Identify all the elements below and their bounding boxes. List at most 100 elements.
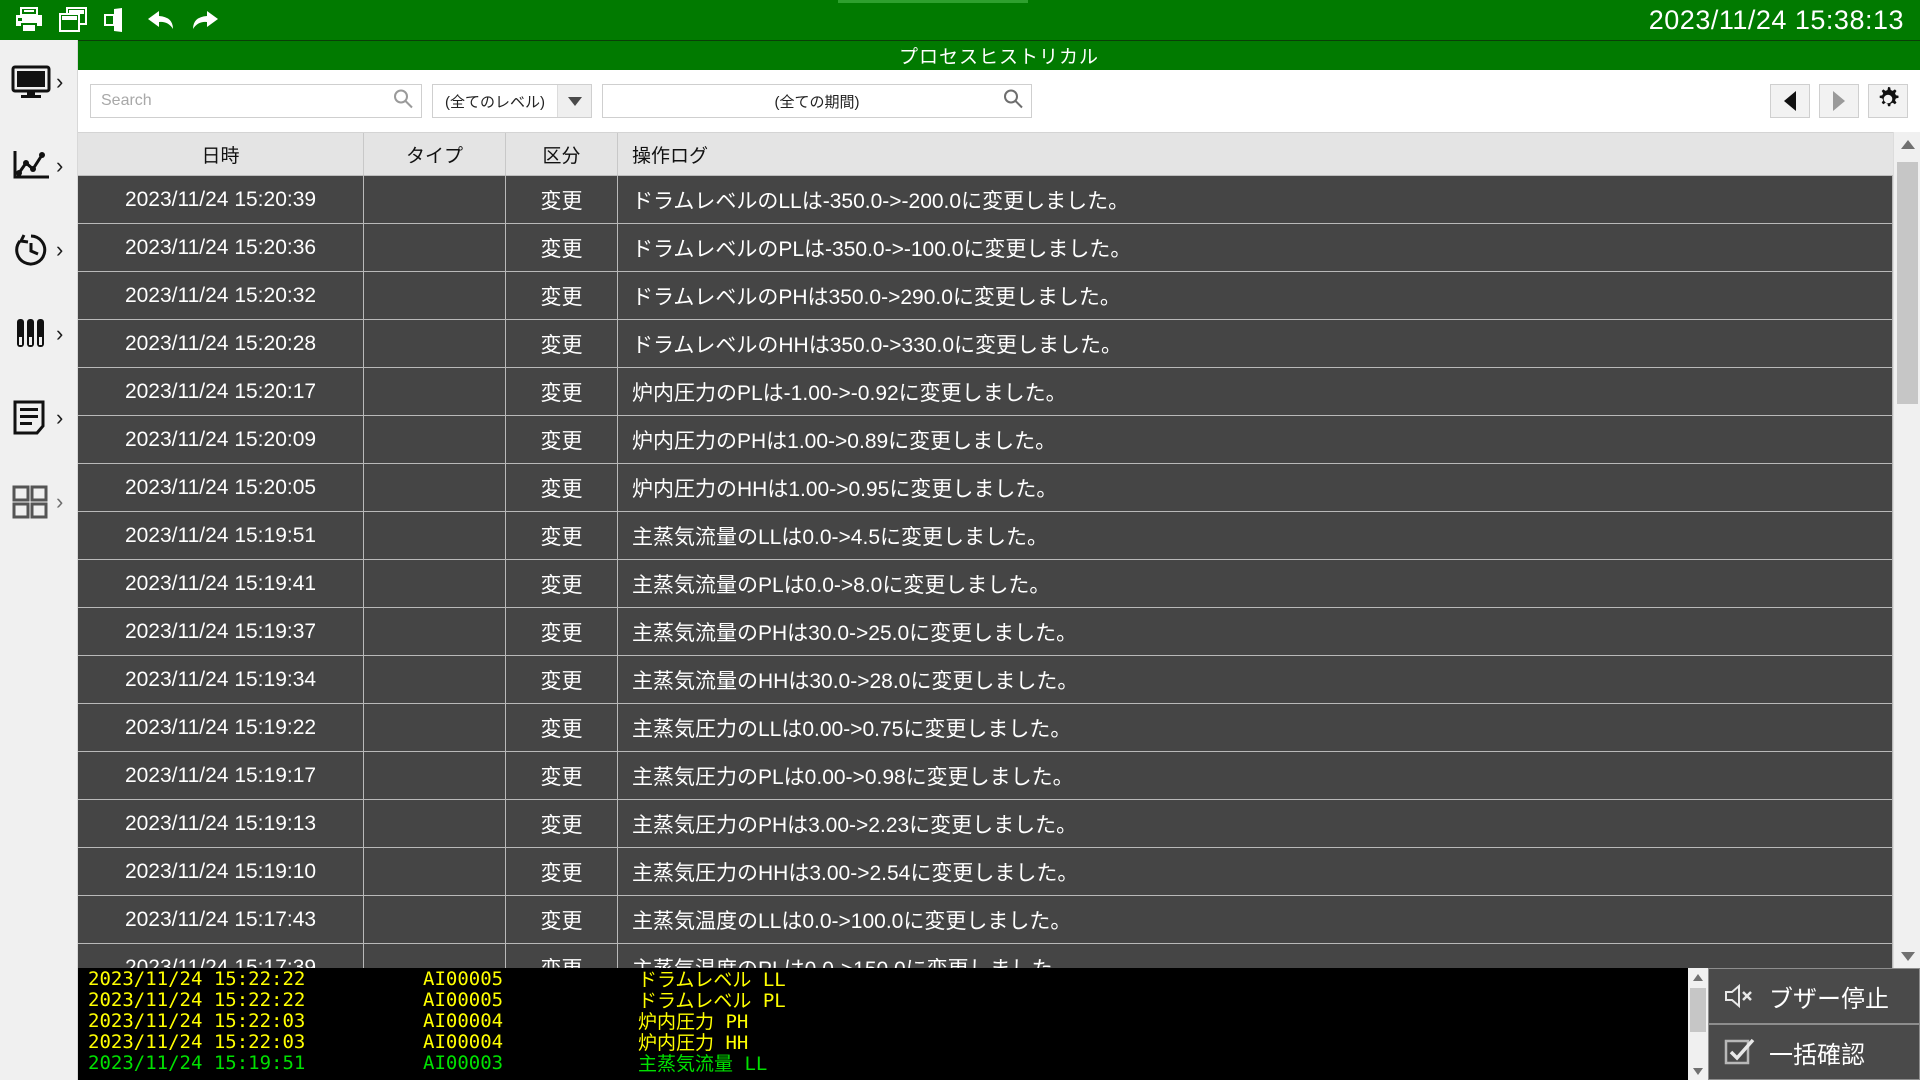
prev-page-button[interactable] (1770, 84, 1810, 118)
sidebar-item-bargraph[interactable]: › (0, 292, 77, 376)
table-row[interactable]: 2023/11/24 15:20:17 変更 炉内圧力のPLは-1.00->-0.9… (78, 368, 1893, 416)
log-cell-category: 変更 (506, 800, 618, 847)
table-row[interactable]: 2023/11/24 15:20:28 変更 ドラムレベルのHHは350.0->33… (78, 320, 1893, 368)
alarm-tag: AI00004 (423, 1009, 504, 1032)
log-cell-message: ドラムレベルのPLは-350.0->-100.0に変更しました。 (618, 224, 1893, 271)
sidebar-item-report[interactable]: › (0, 376, 77, 460)
alarm-time: 2023/11/24 15:22:22 (88, 968, 306, 990)
sidebar-item-tiles[interactable]: › (0, 460, 77, 544)
table-row[interactable]: 2023/11/24 15:20:05 変更 炉内圧力のHHは1.00->0.95に… (78, 464, 1893, 512)
back-arrow-icon[interactable] (146, 6, 176, 34)
log-cell-message: 主蒸気温度のPLは0.0->150.0に変更しました。 (618, 944, 1893, 968)
sidebar-item-monitor[interactable]: › (0, 40, 77, 124)
table-row[interactable]: 2023/11/24 15:19:51 変更 主蒸気流量のLLは0.0->4.5に変… (78, 512, 1893, 560)
settings-button[interactable] (1868, 84, 1908, 118)
log-cell-message: ドラムレベルのLLは-350.0->-200.0に変更しました。 (618, 176, 1893, 223)
alarm-time: 2023/11/24 15:22:22 (88, 988, 306, 1011)
period-filter-value: (全ての期間) (774, 93, 860, 111)
log-cell-message: ドラムレベルのPHは350.0->290.0に変更しました。 (618, 272, 1893, 319)
sidebar-item-trend[interactable]: › (0, 124, 77, 208)
log-cell-datetime: 2023/11/24 15:20:32 (78, 272, 364, 319)
triangle-down-icon (1693, 1067, 1703, 1075)
triangle-up-icon (1900, 139, 1915, 149)
table-row[interactable]: 2023/11/24 15:17:39 変更主蒸気温度のPLは0.0->150.0… (78, 944, 1893, 968)
log-cell-category: 変更 (506, 848, 618, 895)
alarm-tag: AI00005 (423, 968, 504, 990)
log-cell-datetime: 2023/11/24 15:19:37 (78, 608, 364, 655)
buzzer-stop-label: ブザー停止 (1769, 985, 1889, 1013)
trend-chart-icon (10, 145, 52, 187)
scroll-up-button[interactable] (1894, 132, 1920, 156)
table-row[interactable]: 2023/11/24 15:20:39 変更 ドラムレベルのLLは-350.0->-… (78, 176, 1893, 224)
table-row[interactable]: 2023/11/24 15:20:36 変更 ドラムレベルのPLは-350.0->-… (78, 224, 1893, 272)
table-row[interactable]: 2023/11/24 15:19:17 変更 主蒸気圧力のPLは0.00->0.98… (78, 752, 1893, 800)
next-page-button[interactable] (1819, 84, 1859, 118)
table-header-row: 日時 タイプ 区分 操作ログ (78, 132, 1920, 176)
search-field[interactable] (90, 84, 422, 118)
alarm-scrollbar[interactable] (1688, 968, 1708, 1080)
log-cell-message: 主蒸気流量のPHは30.0->25.0に変更しました。 (618, 608, 1893, 655)
left-sidebar: › › › › › › (0, 40, 78, 1080)
alarm-scroll-down-button[interactable] (1688, 1062, 1708, 1080)
bar-gauge-icon (10, 313, 52, 355)
chevron-right-icon: › (56, 237, 64, 262)
chevron-right-icon: › (56, 69, 64, 94)
log-cell-category: 変更 (506, 320, 618, 367)
table-row[interactable]: 2023/11/24 15:17:43 変更 主蒸気温度のLLは0.0->100.0… (78, 896, 1893, 944)
table-row[interactable]: 2023/11/24 15:19:22 変更 主蒸気圧力のLLは0.00->0.75… (78, 704, 1893, 752)
table-scrollbar[interactable] (1893, 132, 1920, 968)
toolbar-icon-group (0, 6, 220, 34)
log-cell-datetime: 2023/11/24 15:19:10 (78, 848, 364, 895)
scroll-down-button[interactable] (1894, 944, 1920, 968)
alarm-action-buttons: ブザー停止 一括確認 (1708, 968, 1920, 1080)
alarm-row[interactable]: 2023/11/24 15:19:51 AI00003 主蒸気流量 LL (78, 1051, 1778, 1076)
alarm-scroll-up-button[interactable] (1688, 968, 1708, 986)
buzzer-stop-button[interactable]: ブザー停止 (1708, 968, 1920, 1024)
scrollbar-thumb[interactable] (1897, 162, 1918, 404)
log-cell-type (364, 464, 506, 511)
page-title-bar: プロセスヒストリカル (78, 40, 1920, 70)
triangle-up-icon (1693, 973, 1703, 981)
column-header-datetime[interactable]: 日時 (78, 133, 364, 175)
table-row[interactable]: 2023/11/24 15:19:37 変更 主蒸気流量のPHは30.0->25.0… (78, 608, 1893, 656)
alarm-time: 2023/11/24 15:22:03 (88, 1009, 306, 1032)
period-filter-field[interactable]: (全ての期間) (602, 84, 1032, 118)
system-clock: 2023/11/24 15:38:13 (1648, 4, 1904, 35)
log-cell-type (364, 944, 506, 968)
log-cell-category: 変更 (506, 464, 618, 511)
log-cell-datetime: 2023/11/24 15:20:28 (78, 320, 364, 367)
alarm-tag: AI00005 (423, 988, 504, 1011)
forward-arrow-icon[interactable] (190, 6, 220, 34)
column-header-category[interactable]: 区分 (506, 133, 618, 175)
table-row[interactable]: 2023/11/24 15:20:09 変更 炉内圧力のPHは1.00->0.89に… (78, 416, 1893, 464)
alarm-tag: AI00003 (423, 1051, 504, 1074)
column-header-log[interactable]: 操作ログ (618, 133, 1920, 175)
log-cell-message: 炉内圧力のPLは-1.00->-0.92に変更しました。 (618, 368, 1893, 415)
log-cell-category: 変更 (506, 704, 618, 751)
log-cell-datetime: 2023/11/24 15:20:39 (78, 176, 364, 223)
log-cell-datetime: 2023/11/24 15:19:17 (78, 752, 364, 799)
table-row[interactable]: 2023/11/24 15:19:10 変更 主蒸気圧力のHHは3.00->2.54… (78, 848, 1893, 896)
sidebar-item-historical[interactable]: › (0, 208, 77, 292)
period-search-icon (1003, 89, 1023, 114)
level-filter-select[interactable]: (全てのレベル) (432, 84, 592, 118)
search-input[interactable] (91, 85, 421, 117)
log-cell-category: 変更 (506, 368, 618, 415)
chevron-right-icon: › (56, 153, 64, 178)
log-cell-datetime: 2023/11/24 15:19:13 (78, 800, 364, 847)
log-cell-message: 主蒸気温度のLLは0.0->100.0に変更しました。 (618, 896, 1893, 943)
window-copy-icon[interactable] (58, 6, 88, 34)
buzzer-icon[interactable] (102, 6, 132, 34)
print-icon[interactable] (14, 6, 44, 34)
log-cell-message: 主蒸気圧力のLLは0.00->0.75に変更しました。 (618, 704, 1893, 751)
chevron-down-icon[interactable] (557, 85, 591, 117)
table-row[interactable]: 2023/11/24 15:19:34 変更 主蒸気流量のHHは30.0->28.0… (78, 656, 1893, 704)
bulk-confirm-button[interactable]: 一括確認 (1708, 1024, 1920, 1080)
column-header-type[interactable]: タイプ (364, 133, 506, 175)
log-cell-type (364, 896, 506, 943)
alarm-scrollbar-thumb[interactable] (1690, 988, 1706, 1032)
table-row[interactable]: 2023/11/24 15:20:32 変更 ドラムレベルのPHは350.0->29… (78, 272, 1893, 320)
table-row[interactable]: 2023/11/24 15:19:13 変更 主蒸気圧力のPHは3.00->2.23… (78, 800, 1893, 848)
log-cell-message: 主蒸気流量のPLは0.0->8.0に変更しました。 (618, 560, 1893, 607)
table-row[interactable]: 2023/11/24 15:19:41 変更 主蒸気流量のPLは0.0->8.0に変… (78, 560, 1893, 608)
